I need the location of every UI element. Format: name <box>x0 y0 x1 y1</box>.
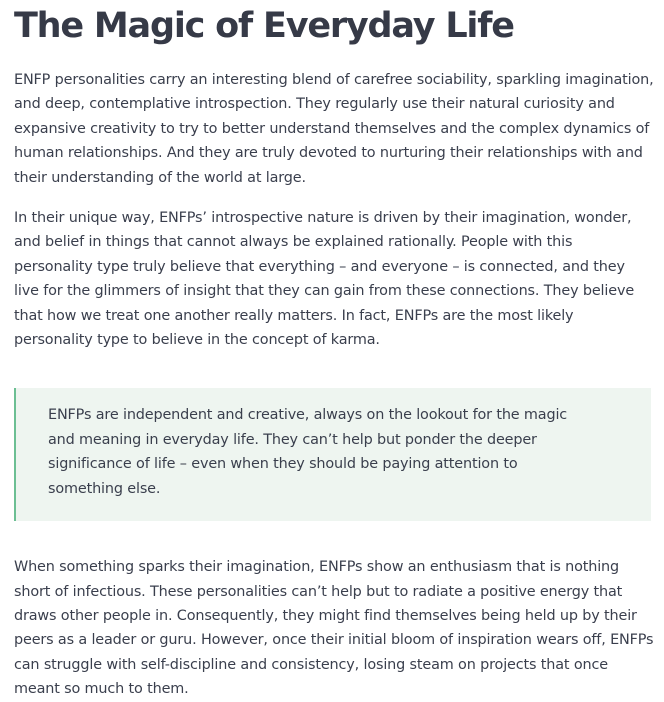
paragraph-intro: ENFP personalities carry an interesting … <box>14 72 654 186</box>
article: The Magic of Everyday Life ENFP personal… <box>14 0 654 702</box>
paragraph-introspection: In their unique way, ENFPs’ introspectiv… <box>14 210 635 349</box>
paragraph-enthusiasm: When something sparks their imagination,… <box>14 559 654 698</box>
page-title: The Magic of Everyday Life <box>14 6 515 46</box>
highlight-quote: ENFPs are independent and creative, alwa… <box>14 388 651 522</box>
